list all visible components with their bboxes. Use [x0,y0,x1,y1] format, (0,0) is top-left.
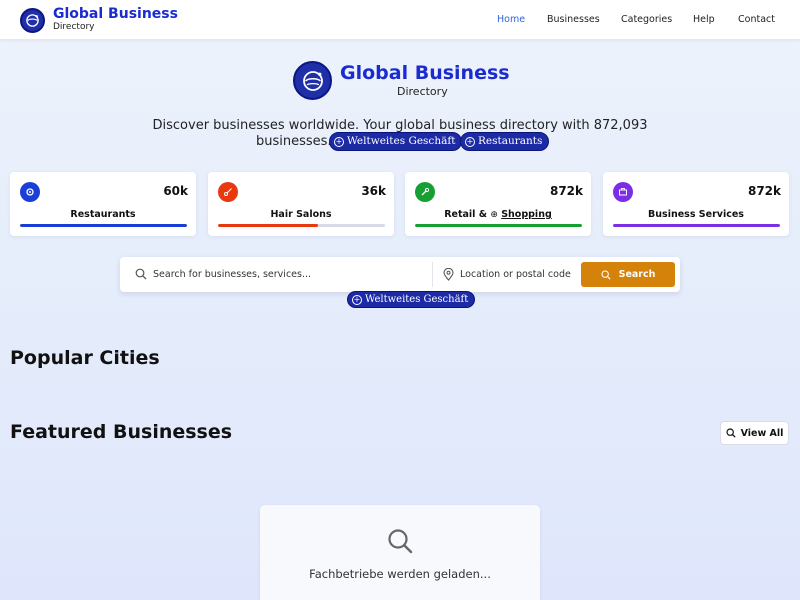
tag-pill-weltweites-geschaeft[interactable]: + Weltweites Geschäft [347,291,476,308]
search-button-label: Search [618,269,656,280]
stat-progress-track [218,224,385,227]
search-bar: Search [120,257,680,292]
view-all-button[interactable]: View All [720,421,789,445]
stat-progress-fill [20,224,187,227]
pill-restaurants[interactable]: + Restaurants [460,132,550,151]
plus-circle-icon: + [465,136,475,147]
hero-globe-icon [293,61,332,100]
featured-businesses-heading: Featured Businesses [10,421,233,443]
stat-progress-fill [415,224,582,227]
search-input[interactable] [153,265,423,284]
nav-contact[interactable]: Contact [738,14,775,26]
location-pin-icon [443,268,454,281]
nav-categories[interactable]: Categories [621,14,672,26]
stat-value: 872k [747,184,781,198]
loading-text: Fachbetriebe werden geladen... [309,567,491,581]
nav-home[interactable]: Home [497,14,525,26]
nav-help[interactable]: Help [693,14,715,26]
search-button[interactable]: Search [581,262,675,287]
gear-icon [20,182,40,202]
search-icon [388,529,413,554]
stat-progress-fill [613,224,780,227]
stat-value: 60k [163,184,188,198]
stat-label: Business Services [648,209,744,220]
pill-weltweites-geschaeft[interactable]: + Weltweites Geschäft [329,132,463,151]
wrench-icon [415,182,435,202]
view-all-label: View All [740,427,784,439]
briefcase-icon [613,182,633,202]
stat-value: 36k [361,184,386,198]
popular-cities-heading: Popular Cities [10,347,160,369]
hero-subtitle: Directory [397,85,448,98]
search-icon [725,428,736,438]
stat-card-business-services[interactable]: 872k Business Services [603,172,789,236]
pill-label: Restaurants [478,135,543,147]
nav-businesses[interactable]: Businesses [547,14,600,26]
main-nav: Home Businesses Categories Help Contact [0,14,800,28]
stat-progress-track [415,224,582,227]
stat-label-prefix: Retail & [444,209,491,220]
plus-circle-icon: + [334,136,344,147]
hero-description-end: businesses. [256,134,332,149]
stat-label-link[interactable]: Shopping [501,209,552,220]
hero-title: Global Business [340,62,510,84]
stat-label: Retail & ⊕ Shopping [405,209,591,220]
pill-label: Weltweites Geschäft [365,294,469,305]
stat-progress-fill [218,224,319,227]
search-icon [601,269,611,280]
stat-label: Restaurants [70,209,136,220]
pill-label: Weltweites Geschäft [347,135,456,147]
stat-value: 872k [549,184,583,198]
stat-progress-track [20,224,187,227]
top-header: Global Business Directory Home Businesse… [0,0,800,40]
stat-card-restaurants[interactable]: 60k Restaurants [10,172,196,236]
stat-progress-track [613,224,780,227]
plus-circle-icon: + [352,294,362,305]
search-divider [432,262,433,287]
stat-card-retail-shopping[interactable]: 872k Retail & ⊕ Shopping [405,172,591,236]
search-icon [135,268,147,280]
scissors-icon [218,182,238,202]
stat-label: Hair Salons [270,209,332,220]
loading-card: Fachbetriebe werden geladen... [260,505,540,600]
location-input[interactable] [460,265,580,284]
stat-card-hair-salons[interactable]: 36k Hair Salons [208,172,394,236]
plus-circle-icon: ⊕ [490,210,498,220]
